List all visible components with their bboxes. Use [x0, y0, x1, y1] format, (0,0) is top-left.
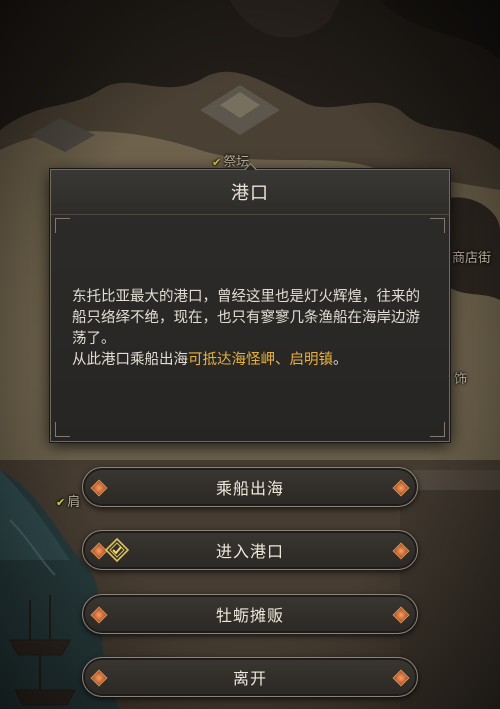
check-icon: ✔ — [212, 156, 222, 169]
dialog-body: 东托比亚最大的港口，曾经这里也是灯火辉煌，往来的船只络绎不绝，现在，也只有寥寥几… — [72, 287, 432, 371]
dialog-title: 港口 — [231, 183, 269, 204]
gem-icon — [392, 669, 410, 687]
enter-port-button[interactable]: 进入港口 — [82, 530, 418, 570]
quest-marker-icon — [105, 538, 129, 562]
corner-ornament — [55, 218, 70, 233]
gem-icon — [392, 479, 410, 497]
map-label-partial-left[interactable]: ✔ 肩 — [56, 491, 80, 510]
sail-button[interactable]: 乘船出海 — [82, 467, 418, 507]
location-dialog: 港口 东托比亚最大的港口，曾经这里也是灯火辉煌，往来的船只络绎不绝，现在，也只有… — [50, 163, 450, 442]
oyster-stall-button[interactable]: 牡蛎摊贩 — [82, 594, 418, 634]
gem-icon — [392, 542, 410, 560]
gem-icon — [90, 669, 108, 687]
location-description: 东托比亚最大的港口，曾经这里也是灯火辉煌，往来的船只络绎不绝，现在，也只有寥寥几… — [72, 289, 420, 347]
corner-ornament — [430, 422, 445, 437]
dialog-header: 港口 — [51, 170, 449, 215]
route-destinations: 可抵达海怪岬、启明镇 — [188, 352, 333, 368]
map-label-partial-right[interactable]: 饰 — [454, 368, 467, 387]
gem-icon — [392, 606, 410, 624]
corner-ornament — [430, 218, 445, 233]
corner-ornament — [55, 422, 70, 437]
map-label-altar[interactable]: ✔ 祭坛 — [212, 151, 249, 170]
gem-icon — [90, 479, 108, 497]
route-info: 从此港口乘船出海可抵达海怪岬、启明镇。 — [72, 352, 348, 368]
map-label-shop-street[interactable]: 商店街 — [452, 247, 491, 266]
gem-icon — [90, 606, 108, 624]
check-icon: ✔ — [56, 496, 66, 509]
leave-button[interactable]: 离开 — [82, 657, 418, 697]
